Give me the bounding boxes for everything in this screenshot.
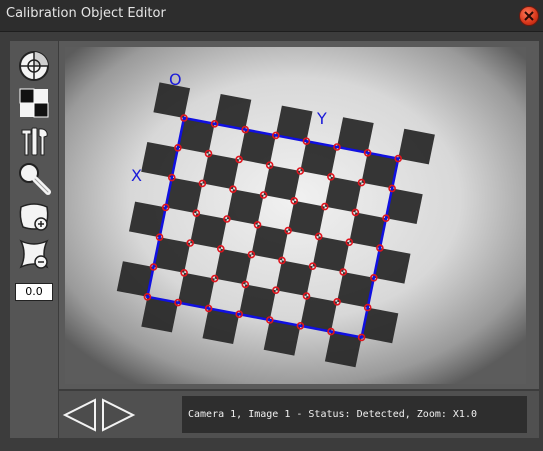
calibration-image[interactable]: O Y X (65, 47, 526, 384)
right-arrow-icon (102, 398, 136, 432)
calibration-editor-window: Calibration Object Editor 0.0 O Y X Came… (0, 0, 543, 451)
y-axis-label: Y (316, 109, 327, 128)
tools-icon (21, 127, 48, 156)
status-text: Camera 1, Image 1 - Status: Detected, Zo… (182, 396, 527, 433)
checker-square (324, 176, 362, 213)
bottom-bar: Camera 1, Image 1 - Status: Detected, Zo… (59, 391, 539, 438)
checker-square (288, 200, 325, 237)
zoom-in-button[interactable] (17, 199, 51, 233)
close-icon (524, 11, 534, 21)
checker-square (190, 213, 227, 249)
checker-square (202, 153, 240, 190)
x-axis-label: X (131, 166, 142, 185)
zoom-out-icon (19, 239, 49, 269)
title-bar[interactable]: Calibration Object Editor (0, 0, 543, 32)
checker-square (226, 189, 264, 225)
checker-pattern-icon (19, 88, 49, 118)
checker-square (275, 260, 313, 296)
image-viewport: O Y X (59, 41, 539, 389)
previous-image-button[interactable] (62, 397, 98, 433)
tool-sidebar: 0.0 (10, 41, 58, 438)
checker-pattern-button[interactable] (17, 86, 51, 120)
next-image-button[interactable] (100, 397, 136, 433)
close-button[interactable] (519, 6, 539, 26)
checker-square (312, 236, 350, 272)
target-tool-button[interactable] (17, 49, 51, 83)
zoom-out-button[interactable] (17, 237, 51, 271)
tools-button[interactable] (17, 124, 51, 158)
camera-image-frame[interactable]: O Y X (65, 47, 526, 384)
origin-label: O (169, 70, 182, 89)
checker-square (251, 224, 289, 261)
magnifier-icon (19, 163, 51, 195)
zoom-value-field[interactable]: 0.0 (15, 283, 53, 301)
zoom-in-icon (19, 203, 49, 231)
checker-square (263, 165, 301, 201)
target-tool-icon (19, 51, 49, 81)
magnifier-button[interactable] (17, 161, 51, 195)
checker-square (398, 128, 435, 165)
window-title: Calibration Object Editor (6, 6, 166, 21)
checker-square (214, 248, 252, 285)
left-arrow-icon (62, 398, 96, 432)
